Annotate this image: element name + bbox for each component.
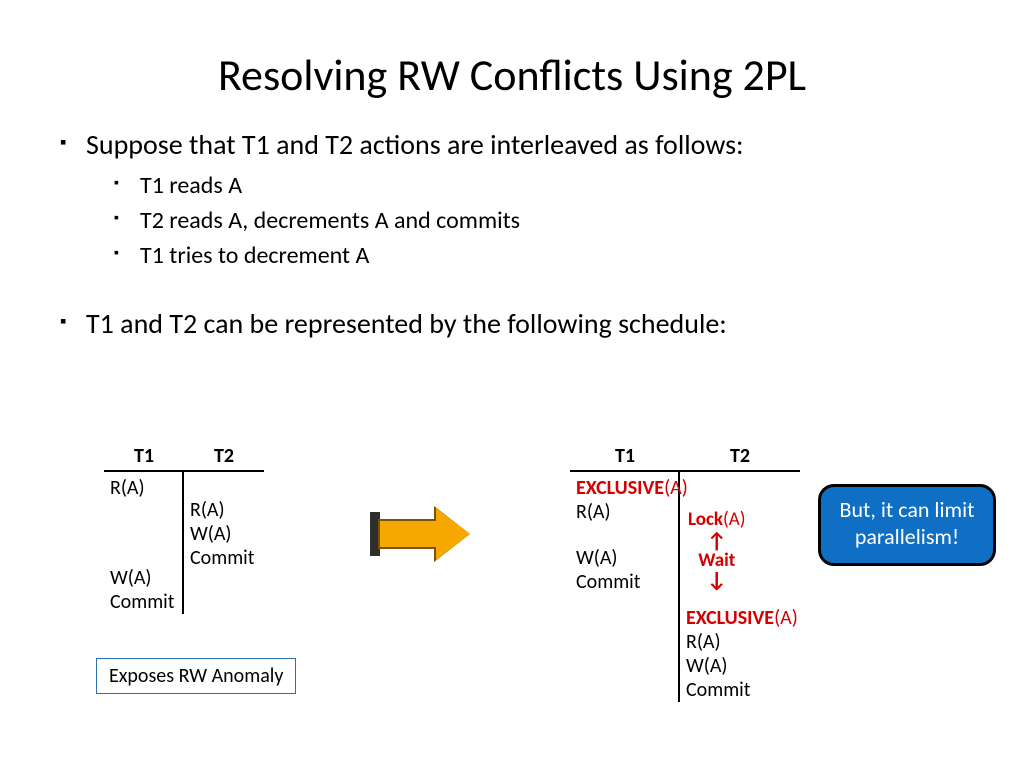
arrow-down-icon: ↓ (688, 570, 746, 590)
bullet-list: Suppose that T1 and T2 actions are inter… (0, 126, 1024, 343)
right-t1-op: Commit (576, 570, 672, 594)
left-t1-op: R(A) (110, 476, 176, 500)
arrow-icon (370, 508, 470, 560)
right-t2-op: W(A) (686, 654, 794, 678)
schedule-right: T1 T2 EXCLUSIVE(A) R(A) W(A) Commit EXCL… (570, 444, 800, 702)
left-t1-op: Commit (110, 590, 176, 614)
callout-box: But, it can limit parallelism! (818, 484, 996, 566)
lock-wait-annotation: Lock(A) ↑ Wait ↓ (688, 508, 746, 590)
right-t2-exclusive: EXCLUSIVE(A) (686, 606, 794, 630)
left-t2-op: Commit (190, 546, 258, 570)
bullet-2: T1 and T2 can be represented by the foll… (60, 305, 984, 343)
left-col-header-t2: T2 (184, 444, 264, 470)
right-t1-op: R(A) (576, 500, 672, 524)
right-col-header-t2: T2 (680, 444, 800, 470)
bullet-1: Suppose that T1 and T2 actions are inter… (60, 126, 984, 164)
bullet-1-3: T1 tries to decrement A (114, 240, 984, 271)
left-t2-op: W(A) (190, 522, 258, 546)
right-t2-op: R(A) (686, 630, 794, 654)
schedule-left: T1 T2 R(A) W(A) Commit R(A) W(A) Commit (104, 444, 264, 614)
arrow-up-icon: ↑ (688, 531, 746, 551)
slide-title: Resolving RW Conflicts Using 2PL (0, 0, 1024, 126)
right-col-header-t1: T1 (570, 444, 680, 470)
right-t2-op: Commit (686, 678, 794, 702)
bullet-1-2: T2 reads A, decrements A and commits (114, 205, 984, 236)
bullet-1-1: T1 reads A (114, 170, 984, 201)
right-t1-op: W(A) (576, 546, 672, 570)
left-t2-op: R(A) (190, 498, 258, 522)
anomaly-label: Exposes RW Anomaly (96, 658, 296, 694)
left-t1-op: W(A) (110, 566, 176, 590)
right-t1-exclusive: EXCLUSIVE(A) (576, 476, 672, 500)
left-col-header-t1: T1 (104, 444, 184, 470)
